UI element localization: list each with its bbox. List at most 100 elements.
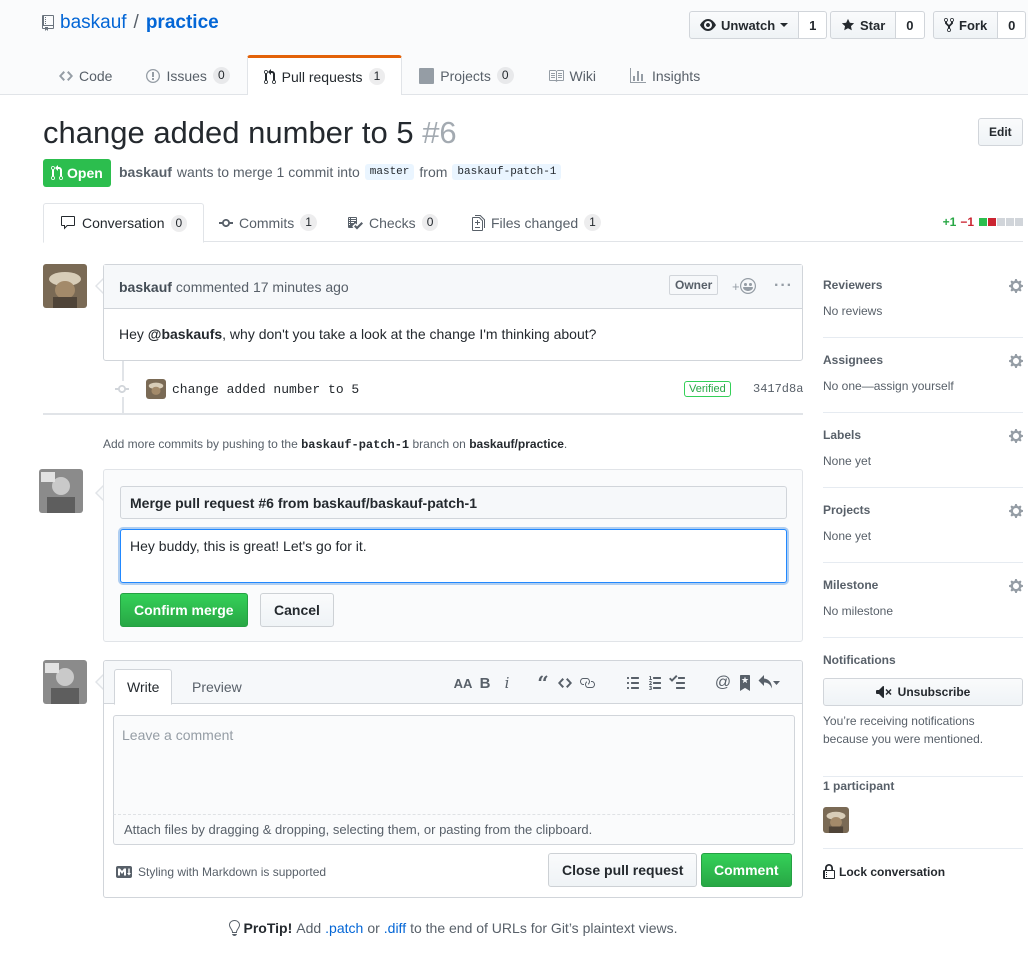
tab-checks[interactable]: Checks 0 bbox=[331, 203, 454, 242]
header-text-icon[interactable]: AA bbox=[452, 673, 474, 693]
merge-commit-title-input[interactable]: Merge pull request #6 from baskauf/baska… bbox=[120, 486, 787, 519]
pull-request-icon bbox=[263, 68, 276, 85]
mention-icon[interactable]: @ bbox=[712, 673, 734, 693]
nav-pull-requests[interactable]: Pull requests 1 bbox=[246, 55, 403, 95]
pr-author-link[interactable]: baskauf bbox=[119, 164, 172, 180]
fork-count[interactable]: 0 bbox=[998, 11, 1027, 39]
avatar[interactable] bbox=[39, 469, 83, 513]
sidebar-projects[interactable]: Projects None yet bbox=[823, 503, 1023, 563]
repo-owner-link[interactable]: baskauf bbox=[60, 12, 127, 34]
quote-icon[interactable]: “ bbox=[532, 671, 554, 695]
sidebar-milestone[interactable]: Milestone No milestone bbox=[823, 578, 1023, 638]
sidebar-notifications: Notifications You’re receiving notificat… bbox=[823, 653, 1023, 777]
task-list-icon[interactable] bbox=[666, 673, 688, 693]
verified-badge[interactable]: Verified bbox=[684, 381, 731, 397]
assignees-value[interactable]: No one—assign yourself bbox=[823, 379, 1023, 393]
gear-icon[interactable] bbox=[1009, 278, 1023, 294]
comment-author-link[interactable]: baskauf bbox=[119, 279, 172, 295]
nav-pull-requests-label: Pull requests bbox=[281, 68, 363, 85]
kebab-icon[interactable]: ··· bbox=[774, 277, 793, 295]
new-comment-form: Write Preview AA B i “ @ Leave a comment… bbox=[103, 660, 803, 898]
lock-conversation-label: Lock conversation bbox=[839, 865, 946, 879]
fork-label: Fork bbox=[959, 17, 988, 33]
labels-heading: Labels bbox=[823, 428, 862, 442]
sidebar-reviewers[interactable]: Reviewers No reviews bbox=[823, 278, 1023, 338]
notifications-heading: Notifications bbox=[823, 653, 896, 667]
protip-or: or bbox=[367, 920, 380, 936]
graph-icon bbox=[629, 67, 646, 84]
protip-text-2: to the end of URLs for Git’s plaintext v… bbox=[410, 920, 678, 936]
star-button[interactable]: Star bbox=[830, 11, 897, 39]
markdown-toolbar: AA B i “ @ bbox=[452, 671, 782, 695]
nav-issues-label: Issues bbox=[166, 67, 207, 84]
comment-body-suffix: , why don't you take a look at the chang… bbox=[222, 326, 597, 342]
comment-textarea[interactable]: Leave a comment bbox=[113, 715, 795, 815]
add-reaction-button[interactable]: + bbox=[732, 278, 756, 294]
bookmark-icon[interactable] bbox=[734, 673, 756, 693]
reply-icon[interactable] bbox=[756, 673, 782, 693]
ordered-list-icon[interactable] bbox=[644, 673, 666, 693]
unwatch-button[interactable]: Unwatch bbox=[689, 11, 800, 39]
nav-projects[interactable]: Projects 0 bbox=[402, 55, 530, 95]
tab-commits[interactable]: Commits 1 bbox=[203, 203, 333, 242]
patch-link[interactable]: .patch bbox=[325, 920, 363, 936]
avatar[interactable] bbox=[43, 264, 87, 308]
watch-count[interactable]: 1 bbox=[799, 11, 828, 39]
edit-title-button[interactable]: Edit bbox=[978, 118, 1023, 146]
pr-title-text: change added number to 5 bbox=[43, 115, 414, 150]
user-mention[interactable]: @baskaufs bbox=[148, 326, 222, 342]
merge-commit-message-input[interactable]: Hey buddy, this is great! Let's go for i… bbox=[120, 529, 787, 583]
gear-icon[interactable] bbox=[1009, 428, 1023, 444]
commit-message-link[interactable]: change added number to 5 bbox=[172, 382, 359, 397]
commit-sha-link[interactable]: 3417d8a bbox=[753, 382, 803, 396]
gear-icon[interactable] bbox=[1009, 353, 1023, 369]
tab-files-changed[interactable]: Files changed 1 bbox=[456, 203, 617, 242]
fork-button[interactable]: Fork bbox=[933, 11, 999, 39]
push-hint-prefix: Add more commits by pushing to the bbox=[103, 437, 298, 451]
push-hint: Add more commits by pushing to the baska… bbox=[103, 437, 567, 452]
repo-nav: Code Issues 0 Pull requests 1 Projects 0… bbox=[42, 55, 717, 95]
repo-name-link[interactable]: practice bbox=[146, 12, 219, 34]
attach-files-area[interactable]: Attach files by dragging & dropping, sel… bbox=[113, 815, 795, 845]
avatar[interactable] bbox=[43, 660, 87, 704]
nav-code[interactable]: Code bbox=[42, 55, 129, 95]
diff-link[interactable]: .diff bbox=[384, 920, 406, 936]
comment-button[interactable]: Comment bbox=[701, 853, 792, 887]
cancel-merge-button[interactable]: Cancel bbox=[260, 593, 334, 627]
code-icon[interactable] bbox=[554, 673, 576, 693]
nav-projects-count: 0 bbox=[496, 67, 514, 84]
tab-preview[interactable]: Preview bbox=[180, 669, 254, 705]
tab-conversation[interactable]: Conversation 0 bbox=[43, 203, 205, 243]
nav-issues[interactable]: Issues 0 bbox=[129, 55, 246, 95]
commit-avatar[interactable] bbox=[146, 379, 166, 399]
notifications-reason: You’re receiving notifications because y… bbox=[823, 714, 984, 746]
sidebar-participants: 1 participant bbox=[823, 779, 1023, 849]
gear-icon[interactable] bbox=[1009, 578, 1023, 594]
italic-icon[interactable]: i bbox=[496, 673, 518, 693]
commit-icon bbox=[115, 381, 129, 397]
bold-icon[interactable]: B bbox=[474, 673, 496, 693]
mute-icon bbox=[875, 684, 892, 700]
sidebar-assignees[interactable]: Assignees No one—assign yourself bbox=[823, 353, 1023, 413]
star-label: Star bbox=[860, 17, 886, 33]
lock-conversation-link[interactable]: Lock conversation bbox=[823, 864, 1023, 880]
tab-checks-count: 0 bbox=[421, 214, 439, 231]
unsubscribe-button[interactable]: Unsubscribe bbox=[823, 678, 1023, 706]
gear-icon[interactable] bbox=[1009, 503, 1023, 519]
link-icon[interactable] bbox=[576, 673, 598, 693]
confirm-merge-button[interactable]: Confirm merge bbox=[120, 593, 248, 627]
close-pull-request-button[interactable]: Close pull request bbox=[548, 853, 698, 887]
tab-files-changed-label: Files changed bbox=[491, 214, 579, 231]
markdown-hint[interactable]: Styling with Markdown is supported bbox=[116, 865, 326, 879]
owner-badge: Owner bbox=[669, 275, 719, 295]
repo-separator: / bbox=[133, 12, 139, 33]
nav-insights[interactable]: Insights bbox=[613, 55, 717, 95]
nav-wiki[interactable]: Wiki bbox=[531, 55, 613, 95]
fork-group: Fork 0 bbox=[933, 11, 1027, 39]
participant-avatar[interactable] bbox=[823, 807, 849, 833]
comment-timestamp[interactable]: commented 17 minutes ago bbox=[176, 279, 349, 295]
star-count[interactable]: 0 bbox=[896, 11, 925, 39]
tab-write[interactable]: Write bbox=[114, 669, 173, 705]
sidebar-labels[interactable]: Labels None yet bbox=[823, 428, 1023, 488]
unordered-list-icon[interactable] bbox=[622, 673, 644, 693]
